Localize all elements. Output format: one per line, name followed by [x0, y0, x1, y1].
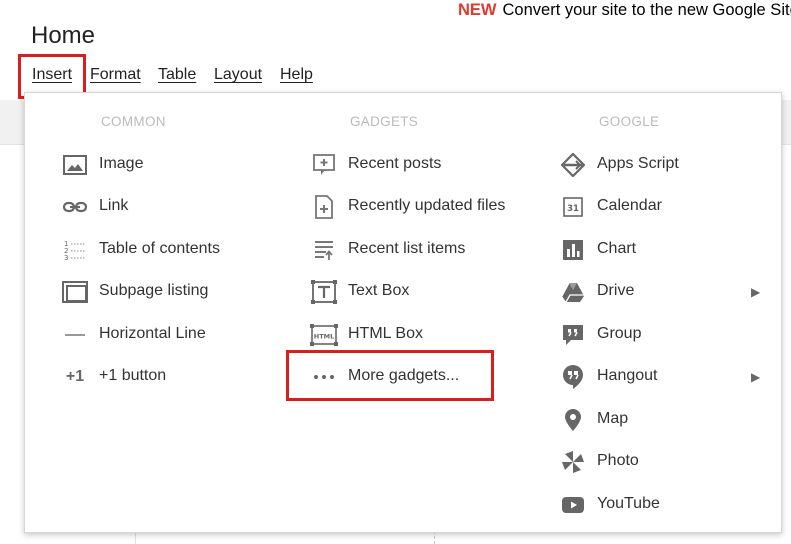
gadgets-header: GADGETS	[350, 114, 419, 129]
subpage-listing-icon	[61, 278, 89, 306]
item-label: Recent list items	[348, 240, 466, 257]
svg-text:HTML: HTML	[314, 333, 334, 341]
item-label: Hangout	[597, 367, 658, 384]
menu-table[interactable]: Table	[158, 66, 196, 84]
svg-text:31: 31	[567, 204, 579, 214]
item-label: Horizontal Line	[99, 325, 206, 342]
chart-icon	[559, 236, 587, 264]
item-label: +1 button	[99, 367, 167, 384]
item-label: Link	[99, 197, 129, 214]
map-pin-icon	[559, 406, 587, 434]
menu-format[interactable]: Format	[90, 66, 141, 84]
html-box-icon: HTML	[310, 321, 338, 349]
common-header: COMMON	[101, 114, 166, 129]
table-of-contents-icon: 123	[61, 236, 89, 264]
item-label: Photo	[597, 452, 639, 469]
image-icon	[61, 151, 89, 179]
calendar-icon: 31	[559, 193, 587, 221]
more-gadgets-highlight-box	[286, 350, 494, 401]
item-label: Apps Script	[597, 155, 679, 172]
item-label: Chart	[597, 240, 637, 257]
new-badge: NEW	[458, 1, 497, 19]
link-icon	[61, 193, 89, 221]
item-label: Image	[99, 155, 144, 172]
item-label: YouTube	[597, 495, 660, 512]
menu-help[interactable]: Help	[280, 66, 313, 84]
plus-one-icon: +1	[65, 368, 85, 385]
item-label: Table of contents	[99, 240, 220, 257]
item-label: Calendar	[597, 197, 662, 214]
page-title: Home	[31, 22, 96, 49]
recent-files-icon	[310, 193, 338, 221]
apps-script-icon	[559, 151, 587, 179]
item-label: Drive	[597, 282, 635, 299]
text-box-icon	[310, 278, 338, 306]
banner-text[interactable]: Convert your site to the new Google Site	[503, 1, 791, 19]
item-label: Map	[597, 410, 629, 427]
item-label: Recent posts	[348, 155, 442, 172]
hangout-icon	[559, 363, 587, 391]
item-label: Text Box	[348, 282, 410, 299]
new-sites-banner[interactable]: NEW Convert your site to the new Google S…	[458, 1, 791, 20]
google-header: GOOGLE	[599, 114, 660, 129]
horizontal-line-icon	[61, 321, 89, 349]
group-icon	[559, 321, 587, 349]
drive-submenu-arrow-icon: ▶	[751, 285, 761, 299]
menu-layout[interactable]: Layout	[214, 66, 262, 84]
drive-icon	[559, 278, 587, 306]
item-label: HTML Box	[348, 325, 423, 342]
insert-dropdown-menu: COMMON Image Link 123 Table of contents …	[24, 92, 782, 533]
svg-text:3: 3	[64, 254, 68, 261]
hangout-submenu-arrow-icon: ▶	[751, 370, 761, 384]
recent-list-icon	[310, 236, 338, 264]
recent-posts-icon	[310, 151, 338, 179]
photo-icon	[559, 448, 587, 476]
youtube-icon	[559, 491, 587, 519]
item-label: Subpage listing	[99, 282, 209, 299]
item-label: Recently updated files	[348, 197, 506, 214]
item-label: Group	[597, 325, 642, 342]
